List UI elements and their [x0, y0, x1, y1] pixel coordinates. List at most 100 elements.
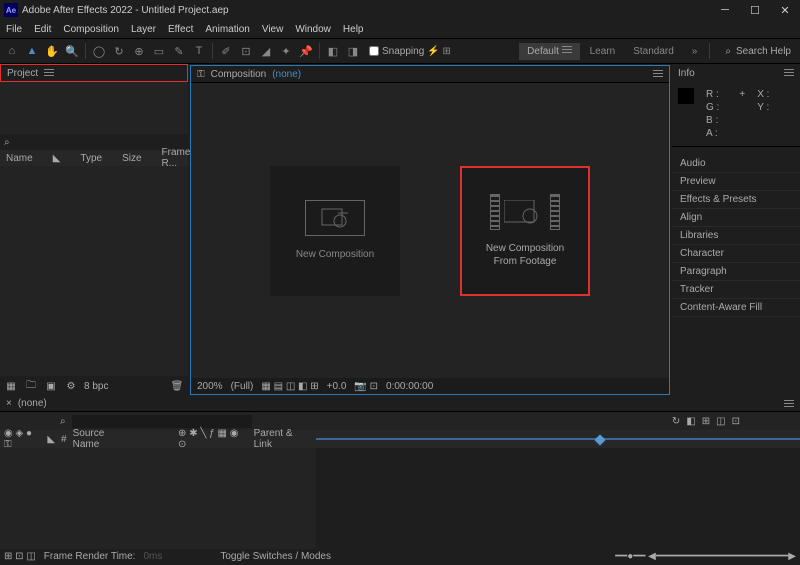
composition-panel: ⚿ Composition (none) New Composition New… [190, 65, 670, 395]
pan-behind-tool[interactable]: ⊕ [130, 42, 148, 60]
tl-icon-4[interactable]: ◫ [716, 416, 725, 427]
menu-animation[interactable]: Animation [205, 24, 249, 35]
workspace-more[interactable]: » [684, 43, 706, 60]
bpc-label[interactable]: 8 bpc [84, 381, 108, 392]
tl-icon-3[interactable]: ⊞ [702, 416, 710, 427]
panel-character[interactable]: Character [672, 245, 800, 263]
composition-tab-label[interactable]: Composition [211, 69, 267, 80]
panel-menu-icon[interactable] [784, 69, 794, 77]
toolbar: ⌂ ▲ ✋ 🔍 ◯ ↻ ⊕ ▭ ✎ T ✐ ⊡ ◢ ✦ 📌 ◧ ◨ Snappi… [0, 38, 800, 64]
panel-preview[interactable]: Preview [672, 173, 800, 191]
toggle-switches-modes[interactable]: Toggle Switches / Modes [220, 551, 331, 562]
menu-view[interactable]: View [262, 24, 284, 35]
tag-icon[interactable]: ◣ [47, 434, 55, 445]
rectangle-tool[interactable]: ▭ [150, 42, 168, 60]
menu-effect[interactable]: Effect [168, 24, 193, 35]
hand-tool[interactable]: ✋ [43, 42, 61, 60]
new-composition-from-footage-label: New CompositionFrom Footage [486, 242, 564, 268]
minimize-button[interactable]: ─ [710, 0, 740, 20]
new-comp-icon[interactable]: ▣ [44, 379, 58, 393]
snapping-checkbox[interactable] [369, 46, 379, 56]
project-tab[interactable]: Project [0, 64, 188, 82]
text-tool[interactable]: T [190, 42, 208, 60]
col-name[interactable]: Name [6, 153, 33, 164]
timeline-panel: × (none) ⌕ ↻ ◧ ⊞ ◫ ⊡ ◉ ◈ ● ⚿ ◣ # Source … [0, 396, 800, 564]
folder-icon[interactable]: 🗀 [24, 379, 38, 393]
trash-icon[interactable]: 🗑 [170, 379, 184, 393]
menu-edit[interactable]: Edit [34, 24, 51, 35]
workspace-learn[interactable]: Learn [582, 43, 624, 60]
exposure[interactable]: +0.0 [327, 381, 347, 392]
snapping-label: Snapping [382, 46, 424, 57]
orbit-tool[interactable]: ◯ [90, 42, 108, 60]
tl-icon-2[interactable]: ◧ [686, 416, 695, 427]
app-icon: Ae [4, 3, 18, 17]
timeline-tab-none[interactable]: (none) [18, 398, 47, 409]
search-icon[interactable]: ⌕ [4, 137, 10, 148]
project-panel: Project ⌕ Name ◣ Type Size Frame R... ▦ … [0, 64, 188, 396]
extra-tool-1[interactable]: ◧ [324, 42, 342, 60]
titlebar: Ae Adobe After Effects 2022 - Untitled P… [0, 0, 800, 20]
resolution[interactable]: (Full) [231, 381, 254, 392]
menu-help[interactable]: Help [343, 24, 364, 35]
tl-footer-icon[interactable]: ⊞ ⊡ ◫ [4, 551, 36, 562]
zoom-level[interactable]: 200% [197, 381, 223, 392]
playhead[interactable] [594, 434, 605, 445]
new-composition-label: New Composition [296, 248, 374, 261]
roto-tool[interactable]: ✦ [277, 42, 295, 60]
menu-composition[interactable]: Composition [63, 24, 119, 35]
timeline-ruler[interactable] [316, 438, 800, 440]
panel-menu-icon[interactable] [784, 400, 794, 408]
new-composition-from-footage-card[interactable]: New CompositionFrom Footage [460, 166, 590, 296]
panel-menu-icon[interactable] [653, 70, 663, 78]
maximize-button[interactable]: ☐ [740, 0, 770, 20]
menu-layer[interactable]: Layer [131, 24, 156, 35]
panel-effects-presets[interactable]: Effects & Presets [672, 191, 800, 209]
zoom-tool[interactable]: 🔍 [63, 42, 81, 60]
panel-content-aware-fill[interactable]: Content-Aware Fill [672, 299, 800, 317]
workspace-default[interactable]: Default [519, 43, 579, 60]
panel-audio[interactable]: Audio [672, 155, 800, 173]
new-composition-card[interactable]: New Composition [270, 166, 400, 296]
tl-icon-1[interactable]: ↻ [672, 416, 680, 427]
rotate-tool[interactable]: ↻ [110, 42, 128, 60]
right-panels: Info R :G : B :A : + X :Y : Audio Previe… [672, 64, 800, 396]
search-help[interactable]: Search Help [736, 46, 791, 57]
project-settings-icon[interactable]: ⚙ [64, 379, 78, 393]
panel-paragraph[interactable]: Paragraph [672, 263, 800, 281]
extra-tool-2[interactable]: ◨ [344, 42, 362, 60]
render-time-value: 0ms [143, 551, 162, 562]
search-icon: ⌕ [725, 46, 731, 57]
tag-icon[interactable]: ◣ [53, 153, 61, 164]
eraser-tool[interactable]: ◢ [257, 42, 275, 60]
close-button[interactable]: ✕ [770, 0, 800, 20]
timecode[interactable]: 0:00:00:00 [386, 381, 433, 392]
col-size[interactable]: Size [122, 153, 141, 164]
panel-tracker[interactable]: Tracker [672, 281, 800, 299]
info-panel-title[interactable]: Info [678, 68, 695, 79]
selection-tool[interactable]: ▲ [23, 42, 41, 60]
pen-tool[interactable]: ✎ [170, 42, 188, 60]
col-source-name[interactable]: Source Name [73, 428, 132, 450]
menu-file[interactable]: File [6, 24, 22, 35]
timeline-search[interactable] [72, 415, 252, 428]
snapping-toggle[interactable]: Snapping ⚡ ⊞ [369, 46, 451, 57]
color-swatch [678, 88, 694, 104]
col-type[interactable]: Type [80, 153, 102, 164]
puppet-tool[interactable]: 📌 [297, 42, 315, 60]
home-tool[interactable]: ⌂ [3, 42, 21, 60]
panel-align[interactable]: Align [672, 209, 800, 227]
tl-icon-5[interactable]: ⊡ [732, 416, 740, 427]
composition-none: (none) [272, 69, 301, 80]
render-time-label: Frame Render Time: [44, 551, 136, 562]
workspace-standard[interactable]: Standard [625, 43, 682, 60]
panel-libraries[interactable]: Libraries [672, 227, 800, 245]
col-parent-link[interactable]: Parent & Link [254, 428, 312, 450]
clone-tool[interactable]: ⊡ [237, 42, 255, 60]
brush-tool[interactable]: ✐ [217, 42, 235, 60]
hamburger-icon[interactable] [44, 69, 54, 77]
lock-icon[interactable]: ⚿ [197, 69, 205, 80]
menu-window[interactable]: Window [295, 24, 331, 35]
project-columns: Name ◣ Type Size Frame R... [0, 150, 188, 166]
interpret-icon[interactable]: ▦ [4, 379, 18, 393]
